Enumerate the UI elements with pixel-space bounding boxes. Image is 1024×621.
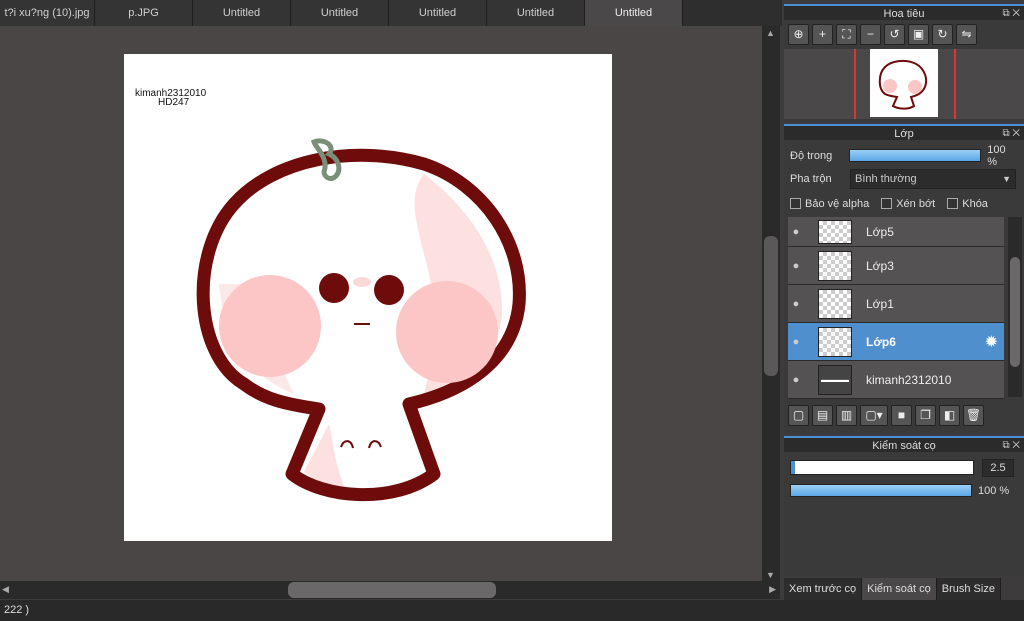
layer-thumbnail: [818, 219, 852, 244]
opacity-row: Độ trong 100 %: [784, 143, 1024, 168]
layer-item-selected[interactable]: ● Lớp6 ✹: [788, 323, 1004, 361]
scroll-up-icon[interactable]: ▲: [766, 28, 775, 38]
clipping-checkbox[interactable]: Xén bớt: [881, 198, 935, 210]
brush-control-panel: Kiểm soát cọ ⧉ ✕ 2.5 100 %: [784, 436, 1024, 576]
layer-item[interactable]: ● Lớp3: [788, 247, 1004, 285]
layer-item[interactable]: ● ▬▬▬▬ kimanh2312010: [788, 361, 1004, 399]
tab-brush-control[interactable]: Kiểm soát cọ: [862, 578, 937, 600]
canvas-vertical-scrollbar[interactable]: ▲ ▼: [762, 26, 780, 582]
visibility-icon[interactable]: ●: [788, 260, 804, 272]
horizontal-scroll-thumb[interactable]: [288, 582, 496, 598]
tab-document-1[interactable]: t?i xu?ng (10).jpg: [0, 0, 95, 26]
panel-tabs: Xem trước cọ Kiểm soát cọ Brush Size: [784, 578, 1001, 600]
flip-icon[interactable]: ⇋: [956, 24, 977, 45]
tab-brush-size[interactable]: Brush Size: [936, 578, 1001, 600]
layer-name: Lớp5: [866, 224, 894, 239]
brush-size-row: 2.5: [784, 456, 1024, 479]
blend-mode-value: Bình thường: [855, 172, 917, 185]
opacity-value: 100 %: [987, 143, 1006, 168]
fit-screen-icon[interactable]: ⛶: [836, 24, 857, 45]
layer-actions-toolbar: ▢ ▤ ▥ ▢▾ ■ ❐ ◧ 🗑: [784, 401, 1024, 430]
navigator-preview[interactable]: [784, 49, 1024, 119]
gear-icon[interactable]: ✹: [985, 332, 998, 352]
protect-alpha-checkbox[interactable]: Bảo vệ alpha: [790, 198, 869, 210]
vertical-scroll-thumb[interactable]: [764, 236, 778, 376]
blend-row: Pha trộn Bình thường ▼: [784, 167, 1024, 190]
panel-float-close-icon[interactable]: ⧉ ✕: [1002, 6, 1020, 22]
tab-document-3[interactable]: Untitled: [193, 0, 291, 26]
tab-document-4[interactable]: Untitled: [291, 0, 389, 26]
layer-thumbnail: [818, 288, 852, 319]
layer-thumbnail: [818, 326, 852, 357]
duplicate-layer-icon[interactable]: ❐: [915, 405, 936, 426]
layer-name: kimanh2312010: [866, 372, 952, 387]
opacity-label: Độ trong: [790, 149, 833, 162]
add-layer-menu-icon[interactable]: ▢▾: [860, 405, 888, 426]
chevron-down-icon: ▼: [1002, 173, 1011, 184]
brush-opacity-row: 100 %: [784, 479, 1024, 502]
new-layer-raster-icon[interactable]: ▤: [812, 405, 833, 426]
blend-mode-select[interactable]: Bình thường ▼: [850, 168, 1016, 189]
layer-name: Lớp1: [866, 296, 894, 311]
brush-opacity-slider[interactable]: [790, 484, 972, 497]
drawing-canvas[interactable]: kimanh2312010 HD247: [124, 54, 612, 541]
navigator-panel: Hoa tiêu ⧉ ✕ ⊕ + ⛶ − ↺ ▣ ↻ ⇋: [784, 4, 1024, 122]
layer-item[interactable]: ● Lớp5: [788, 217, 1004, 247]
merge-layer-icon[interactable]: ◧: [939, 405, 960, 426]
layer-item[interactable]: ● Lớp1: [788, 285, 1004, 323]
panel-float-close-icon[interactable]: ⧉ ✕: [1002, 126, 1020, 142]
layer-name: Lớp6: [866, 334, 896, 349]
blend-label: Pha trộn: [790, 172, 832, 185]
visibility-icon[interactable]: ●: [788, 336, 804, 348]
opacity-slider[interactable]: [849, 149, 982, 162]
actual-size-icon[interactable]: ▣: [908, 24, 929, 45]
tab-document-5[interactable]: Untitled: [389, 0, 487, 26]
document-tabs: t?i xu?ng (10).jpg p.JPG Untitled Untitl…: [0, 0, 782, 26]
layer-options-row: Bảo vệ alpha Xén bớt Khóa: [784, 192, 1024, 215]
layers-header: Lớp ⧉ ✕: [784, 124, 1024, 140]
brush-size-value[interactable]: 2.5: [982, 458, 1014, 477]
canvas-area[interactable]: kimanh2312010 HD247: [0, 26, 762, 582]
layer-thumbnail: ▬▬▬▬: [818, 364, 852, 395]
layer-list-scrollbar[interactable]: [1008, 217, 1022, 397]
navigator-title: Hoa tiêu: [883, 8, 925, 20]
new-layer-halftone-icon[interactable]: ▥: [836, 405, 857, 426]
canvas-horizontal-scrollbar[interactable]: ◀ ▶: [0, 581, 780, 599]
tab-brush-preview[interactable]: Xem trước cọ: [784, 578, 863, 600]
delete-layer-icon[interactable]: 🗑: [963, 405, 984, 426]
mushroom-drawing: [196, 138, 526, 502]
brush-control-title: Kiểm soát cọ: [872, 440, 936, 452]
zoom-fit-icon[interactable]: ⊕: [788, 24, 809, 45]
scroll-down-icon[interactable]: ▼: [766, 570, 775, 580]
rotate-right-icon[interactable]: ↻: [932, 24, 953, 45]
rotate-left-icon[interactable]: ↺: [884, 24, 905, 45]
lock-checkbox[interactable]: Khóa: [947, 198, 988, 210]
scroll-left-icon[interactable]: ◀: [2, 584, 9, 595]
tab-document-6[interactable]: Untitled: [487, 0, 585, 26]
panel-float-close-icon[interactable]: ⧉ ✕: [1002, 438, 1020, 454]
navigator-toolbar: ⊕ + ⛶ − ↺ ▣ ↻ ⇋: [784, 20, 1024, 49]
scroll-right-icon[interactable]: ▶: [769, 584, 776, 595]
tab-document-7[interactable]: Untitled: [585, 0, 683, 26]
layer-list: ● Lớp5 ● Lớp3 ● Lớp1 ● Lớp6 ✹ ● ▬▬▬▬ kim…: [784, 217, 1024, 399]
layer-thumbnail: [818, 250, 852, 281]
brush-control-header: Kiểm soát cọ ⧉ ✕: [784, 436, 1024, 452]
folder-icon[interactable]: ■: [891, 405, 912, 426]
visibility-icon[interactable]: ●: [788, 298, 804, 310]
brush-size-slider[interactable]: [790, 460, 974, 475]
new-layer-icon[interactable]: ▢: [788, 405, 809, 426]
layer-name: Lớp3: [866, 258, 894, 273]
brush-opacity-value: 100 %: [978, 484, 1010, 497]
layers-title: Lớp: [894, 128, 914, 140]
tab-document-2[interactable]: p.JPG: [95, 0, 193, 26]
zoom-out-icon[interactable]: −: [860, 24, 881, 45]
navigator-header: Hoa tiêu ⧉ ✕: [784, 4, 1024, 20]
zoom-in-icon[interactable]: +: [812, 24, 833, 45]
layers-panel: Lớp ⧉ ✕ Độ trong 100 % Pha trộn Bình thư…: [784, 124, 1024, 434]
visibility-icon[interactable]: ●: [788, 226, 804, 238]
visibility-icon[interactable]: ●: [788, 374, 804, 386]
status-bar: 222 ): [0, 600, 1024, 621]
